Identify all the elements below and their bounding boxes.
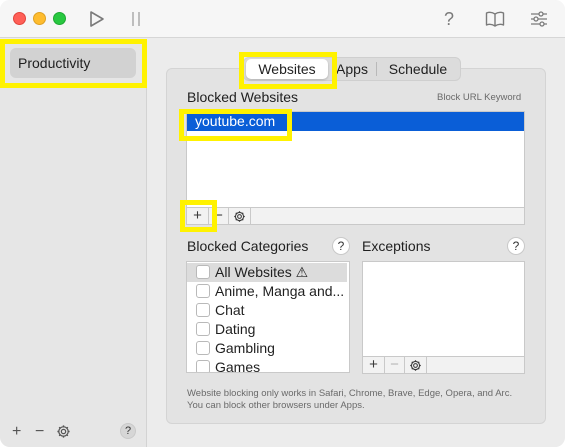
remove-exception-button[interactable]: −	[385, 357, 405, 373]
zoom-window-button[interactable]	[53, 12, 66, 25]
list-item[interactable]: Gambling	[187, 339, 347, 358]
blocked-websites-title: Blocked Websites	[187, 89, 299, 105]
categories-help-button[interactable]: ?	[332, 237, 350, 255]
tab-divider	[376, 62, 377, 76]
category-checkbox[interactable]	[196, 284, 210, 298]
category-checkbox[interactable]	[196, 265, 210, 279]
close-window-button[interactable]	[13, 12, 26, 25]
highlight-box	[180, 200, 217, 232]
highlight-box	[239, 52, 337, 89]
sliders-icon[interactable]	[529, 9, 549, 29]
category-label: Games	[215, 359, 261, 373]
gear-icon[interactable]	[405, 357, 427, 373]
block-url-keyword-link[interactable]: Block URL Keyword	[437, 92, 521, 103]
remove-blocklist-button[interactable]: −	[35, 423, 44, 441]
help-icon[interactable]: ?	[440, 9, 458, 29]
category-label: Dating	[215, 321, 256, 337]
category-label: Anime, Manga and...	[215, 283, 345, 299]
gear-icon[interactable]	[56, 424, 71, 442]
app-window: ? Productivity + − ? Websites Apps Sched…	[0, 0, 565, 447]
category-checkbox[interactable]	[196, 303, 210, 317]
minimize-window-button[interactable]	[33, 12, 46, 25]
footnote-line: You can block other browsers under Apps.	[187, 400, 365, 411]
category-label: Chat	[215, 302, 245, 318]
gear-icon[interactable]	[229, 208, 251, 224]
tab-schedule[interactable]: Schedule	[378, 59, 458, 79]
exceptions-title: Exceptions	[362, 238, 431, 254]
exceptions-help-button[interactable]: ?	[507, 237, 525, 255]
sidebar: Productivity + − ?	[0, 39, 147, 447]
blocked-categories-list: All Websites ⚠ Anime, Manga and... Chat …	[186, 261, 350, 373]
category-checkbox[interactable]	[196, 360, 210, 372]
sidebar-item-label: Productivity	[18, 55, 91, 71]
highlight-box	[179, 109, 292, 141]
sidebar-footer: + − ?	[8, 423, 140, 441]
add-exception-button[interactable]: +	[363, 357, 385, 373]
add-blocklist-button[interactable]: +	[12, 423, 21, 441]
list-item[interactable]: Games	[187, 358, 347, 373]
blocked-categories-title: Blocked Categories	[187, 238, 309, 254]
category-checkbox[interactable]	[196, 322, 210, 336]
list-item[interactable]: Anime, Manga and...	[187, 282, 347, 301]
list-item[interactable]: Dating	[187, 320, 347, 339]
pause-icon[interactable]	[130, 9, 142, 29]
footnote-line: Website blocking only works in Safari, C…	[187, 388, 513, 399]
list-item[interactable]: Chat	[187, 301, 347, 320]
blocked-websites-toolbar: + −	[186, 207, 525, 225]
exceptions-toolbar: + −	[362, 356, 525, 374]
book-icon[interactable]	[484, 9, 506, 29]
sidebar-item-productivity[interactable]: Productivity	[10, 48, 136, 78]
main-content: Websites Apps Schedule Blocked Websites …	[148, 39, 565, 447]
exceptions-list	[362, 261, 525, 357]
category-label: All Websites ⚠	[215, 264, 309, 280]
sidebar-help-button[interactable]: ?	[120, 423, 136, 439]
title-bar: ?	[0, 0, 565, 38]
footnote: Website blocking only works in Safari, C…	[187, 388, 547, 412]
list-item[interactable]: All Websites ⚠	[187, 263, 347, 282]
category-label: Gambling	[215, 340, 275, 356]
play-icon[interactable]	[88, 9, 106, 29]
category-checkbox[interactable]	[196, 341, 210, 355]
